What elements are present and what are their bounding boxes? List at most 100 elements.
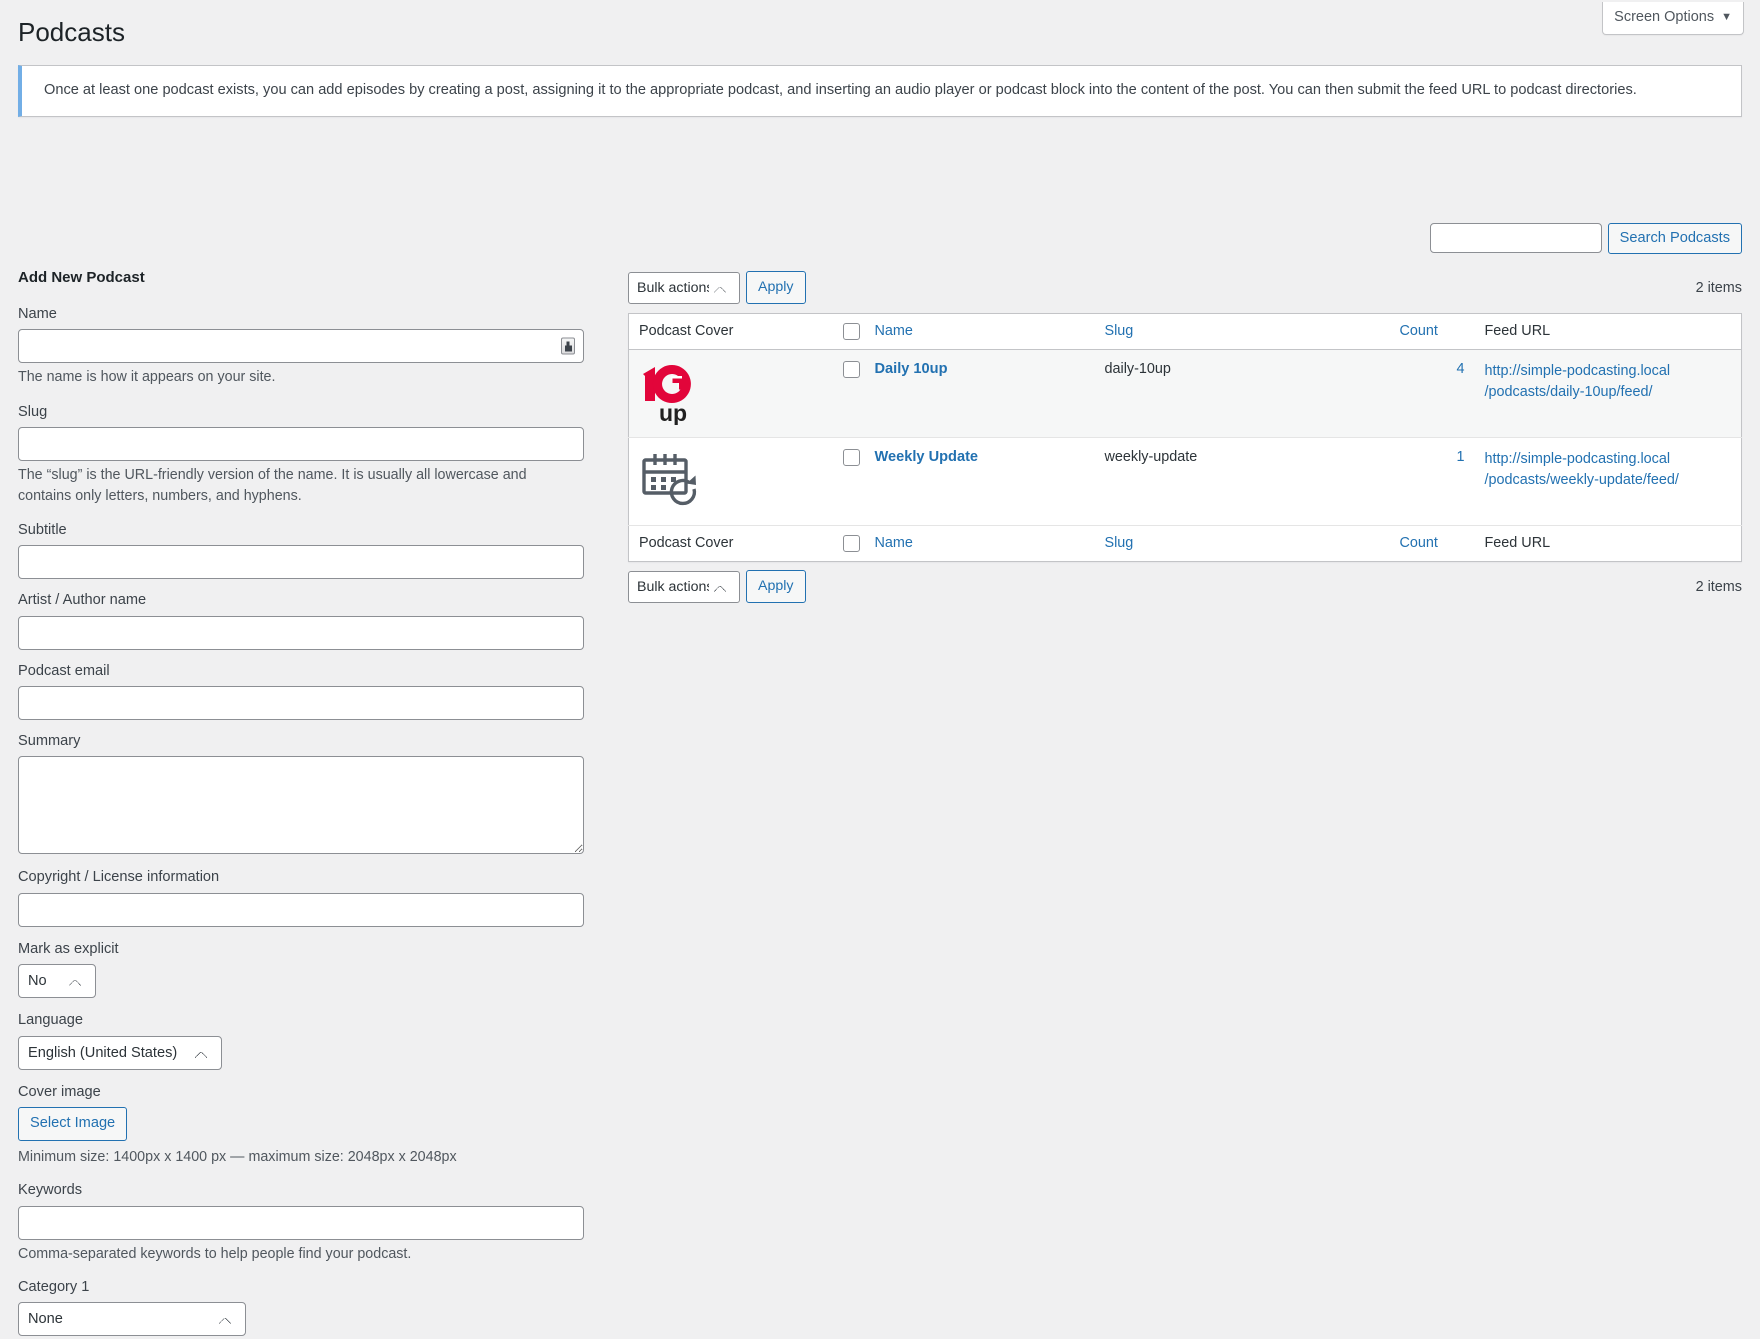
cell-podcast-cover xyxy=(628,437,831,526)
cell-count: 4 xyxy=(1389,349,1475,438)
keywords-input[interactable] xyxy=(18,1205,584,1240)
bulk-actions-select-top[interactable]: Bulk actions xyxy=(628,271,740,304)
podcasts-admin-page: Screen Options ▼ Podcasts Once at least o… xyxy=(0,0,1760,1339)
field-summary: Summary xyxy=(18,731,590,855)
cover-image-description: Minimum size: 1400px x 1400 px — maximum… xyxy=(18,1148,457,1165)
sort-by-name-link-bottom[interactable]: Name xyxy=(875,535,913,551)
cell-row-checkbox xyxy=(830,349,865,438)
cell-count: 1 xyxy=(1389,437,1475,526)
artist-input[interactable] xyxy=(18,615,584,650)
sort-by-count-link-top[interactable]: Count xyxy=(1400,323,1438,339)
cell-slug: daily-10up xyxy=(1094,349,1390,438)
feed-url-line-2: /podcasts/daily-10up/feed/ xyxy=(1484,383,1653,400)
footer-slug: Slug xyxy=(1094,524,1390,562)
podcast-feed-url-link[interactable]: http://simple-podcasting.local/podcasts/… xyxy=(1485,361,1695,403)
category-1-select[interactable]: None xyxy=(18,1301,246,1336)
name-input-wrap xyxy=(18,329,584,364)
search-row: Search Podcasts xyxy=(628,222,1742,254)
field-explicit: Mark as explicit No xyxy=(18,939,590,999)
info-notice: Once at least one podcast exists, you ca… xyxy=(18,64,1742,117)
table-header-row: Podcast Cover Name Slug Count Feed URL xyxy=(628,313,1742,350)
cell-feed-url: http://simple-podcasting.local/podcasts/… xyxy=(1474,349,1742,438)
email-label: Podcast email xyxy=(18,662,110,679)
cell-slug: weekly-update xyxy=(1094,437,1390,526)
calendar-refresh-icon xyxy=(639,449,703,513)
summary-label: Summary xyxy=(18,732,81,749)
header-count: Count xyxy=(1389,313,1475,350)
header-podcast-cover: Podcast Cover xyxy=(628,313,831,350)
field-language: Language English (United States) xyxy=(18,1010,590,1070)
field-name: Name The name is how it appears on your … xyxy=(18,304,590,388)
sort-by-count-link-bottom[interactable]: Count xyxy=(1400,535,1438,551)
items-count-top: 2 items xyxy=(1695,279,1742,296)
field-category-1: Category 1 None xyxy=(18,1277,590,1336)
select-all-checkbox-bottom[interactable] xyxy=(842,534,860,552)
language-label: Language xyxy=(18,1012,83,1029)
field-keywords: Keywords Comma-separated keywords to hel… xyxy=(18,1180,590,1264)
add-new-podcast-form: Add New Podcast Name The name is how it … xyxy=(18,269,590,1339)
podcast-feed-url-link[interactable]: http://simple-podcasting.local/podcasts/… xyxy=(1485,449,1695,491)
keywords-description: Comma-separated keywords to help people … xyxy=(18,1245,412,1262)
items-count-bottom: 2 items xyxy=(1695,578,1742,595)
field-subtitle: Subtitle xyxy=(18,520,590,580)
subtitle-input[interactable] xyxy=(18,545,584,580)
footer-feed-url: Feed URL xyxy=(1474,524,1742,562)
table-foot: Podcast Cover Name Slug Count Feed URL xyxy=(628,524,1742,562)
autofill-icon[interactable] xyxy=(561,337,575,355)
apply-button-bottom[interactable]: Apply xyxy=(746,570,806,604)
slug-input[interactable] xyxy=(18,427,584,462)
name-label: Name xyxy=(18,305,57,322)
copyright-label: Copyright / License information xyxy=(18,869,220,886)
podcast-name-link[interactable]: Daily 10up xyxy=(875,361,948,377)
sort-by-slug-link-bottom[interactable]: Slug xyxy=(1105,535,1134,551)
row-select-checkbox[interactable] xyxy=(842,360,860,378)
field-slug: Slug The “slug” is the URL-friendly vers… xyxy=(18,402,590,507)
form-heading: Add New Podcast xyxy=(18,268,145,286)
search-input[interactable] xyxy=(1429,223,1602,254)
table-row: up Daily 10up daily-10up 4 http://simple… xyxy=(628,349,1742,438)
podcast-count-link[interactable]: 4 xyxy=(1456,361,1464,377)
name-input[interactable] xyxy=(18,329,584,364)
feed-url-line-2: /podcasts/weekly-update/feed/ xyxy=(1484,471,1679,488)
screen-options-toggle[interactable]: Screen Options ▼ xyxy=(1602,2,1744,36)
cell-name: Weekly Update xyxy=(864,437,1095,526)
explicit-label: Mark as explicit xyxy=(18,940,119,957)
select-all-checkbox-top[interactable] xyxy=(842,322,860,340)
svg-text:up: up xyxy=(659,400,687,425)
apply-button-top[interactable]: Apply xyxy=(746,271,806,305)
select-image-button[interactable]: Select Image xyxy=(18,1107,128,1141)
keywords-label: Keywords xyxy=(18,1182,83,1199)
table-body: up Daily 10up daily-10up 4 http://simple… xyxy=(628,349,1742,526)
podcast-name-link[interactable]: Weekly Update xyxy=(875,449,979,465)
screen-options-label: Screen Options xyxy=(1614,9,1715,25)
row-select-checkbox[interactable] xyxy=(842,448,860,466)
subtitle-label: Subtitle xyxy=(18,521,67,538)
footer-name: Name xyxy=(864,524,1095,562)
language-select[interactable]: English (United States) xyxy=(18,1035,222,1070)
podcasts-list-panel: Search Podcasts Bulk actions Apply 2 ite… xyxy=(628,222,1742,605)
footer-count: Count xyxy=(1389,524,1475,562)
copyright-input[interactable] xyxy=(18,892,584,927)
bulk-actions-select-bottom[interactable]: Bulk actions xyxy=(628,570,740,603)
footer-select-all-cell xyxy=(830,524,865,562)
page-title: Podcasts xyxy=(18,17,125,47)
feed-url-line-1: http://simple-podcasting.local xyxy=(1484,450,1671,467)
slug-description: The “slug” is the URL-friendly version o… xyxy=(18,467,527,504)
explicit-select[interactable]: No xyxy=(18,964,96,999)
slug-label: Slug xyxy=(18,403,48,420)
cell-podcast-cover: up xyxy=(628,349,831,438)
field-copyright: Copyright / License information xyxy=(18,867,590,927)
header-name: Name xyxy=(864,313,1095,350)
table-footer-row: Podcast Cover Name Slug Count Feed URL xyxy=(628,524,1742,562)
summary-textarea[interactable] xyxy=(18,756,584,855)
category-1-label: Category 1 xyxy=(18,1278,90,1295)
podcast-count-link[interactable]: 1 xyxy=(1456,449,1464,465)
podcasts-table: Podcast Cover Name Slug Count Feed URL u… xyxy=(628,312,1742,562)
name-description: The name is how it appears on your site. xyxy=(18,369,276,386)
sort-by-name-link-top[interactable]: Name xyxy=(875,323,913,339)
search-podcasts-button[interactable]: Search Podcasts xyxy=(1607,222,1742,254)
cell-name: Daily 10up xyxy=(864,349,1095,438)
email-input[interactable] xyxy=(18,685,584,720)
tablenav-top: Bulk actions Apply 2 items xyxy=(628,270,1742,306)
sort-by-slug-link-top[interactable]: Slug xyxy=(1105,323,1134,339)
